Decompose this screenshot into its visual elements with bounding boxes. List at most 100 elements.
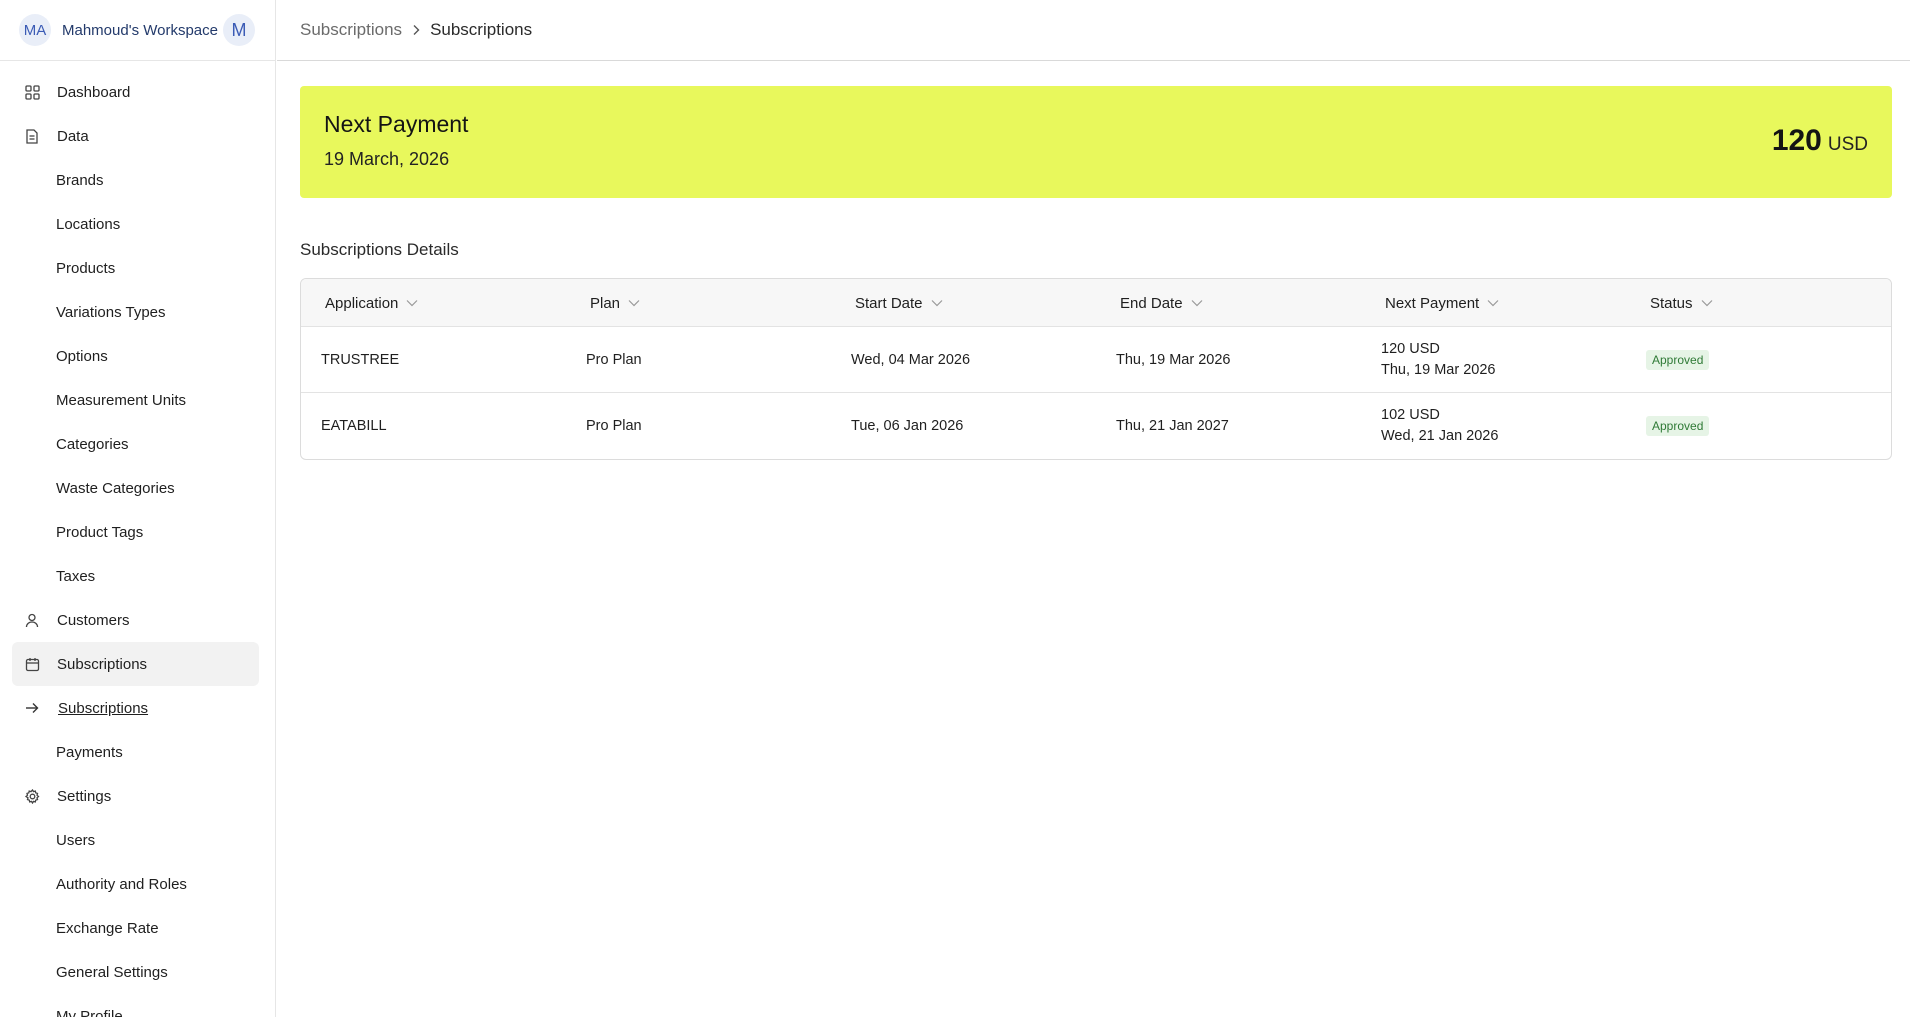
cell-start-date: Wed, 04 Mar 2026	[851, 352, 971, 368]
sidebar-item-measurement-units[interactable]: Measurement Units	[12, 378, 259, 422]
cell-status: Approved	[1646, 327, 1710, 393]
column-header-plan[interactable]: Plan	[590, 279, 640, 327]
sidebar-item-label: Customers	[57, 611, 130, 629]
column-header-start-date[interactable]: Start Date	[855, 279, 943, 327]
sidebar-item-label: Measurement Units	[56, 391, 187, 409]
sidebar-item-my-profile[interactable]: My Profile	[12, 994, 259, 1017]
sidebar-item-label: Exchange Rate	[56, 919, 159, 937]
column-header-end-date[interactable]: End Date	[1120, 279, 1203, 327]
sidebar-item-customers[interactable]: Customers	[12, 598, 259, 642]
sidebar-item-waste-categories[interactable]: Waste Categories	[12, 466, 259, 510]
column-label: End Date	[1120, 294, 1183, 312]
sidebar: MA Mahmoud's Workspace M Dashboard Data …	[0, 0, 276, 1017]
sidebar-item-settings[interactable]: Settings	[12, 774, 259, 818]
amount-value: 120	[1771, 124, 1822, 157]
gear-icon	[24, 788, 40, 804]
workspace-avatar[interactable]: MA	[19, 14, 51, 46]
breadcrumb-current: Subscriptions	[430, 20, 533, 39]
column-label: Start Date	[855, 294, 923, 312]
cell-application: TRUSTREE	[321, 352, 400, 368]
sidebar-item-label: Options	[56, 347, 108, 365]
column-label: Application	[325, 294, 399, 312]
status-badge: Approved	[1646, 350, 1710, 370]
next-payment-amount: 102 USD	[1381, 407, 1440, 423]
sidebar-item-label: Payments	[56, 743, 123, 761]
column-header-application[interactable]: Application	[325, 279, 418, 327]
next-payment-amount: 120 USD	[1772, 124, 1868, 158]
cell-next-payment: 120 USD Thu, 19 Mar 2026	[1381, 327, 1495, 393]
sidebar-item-label: Subscriptions	[57, 655, 148, 673]
next-payment-banner: Next Payment 19 March, 2026 120 USD	[300, 86, 1892, 198]
column-label: Plan	[590, 294, 621, 312]
cell-start-date: Tue, 06 Jan 2026	[851, 418, 964, 434]
sidebar-item-dashboard[interactable]: Dashboard	[12, 70, 259, 114]
cell-application: EATABILL	[321, 418, 387, 434]
arrow-right-icon	[24, 700, 40, 716]
sidebar-item-categories[interactable]: Categories	[12, 422, 259, 466]
next-payment-amount: 120 USD	[1381, 341, 1440, 357]
sidebar-item-label: Users	[56, 831, 96, 849]
sidebar-item-subscriptions[interactable]: Subscriptions	[12, 686, 259, 730]
next-payment-date: Wed, 21 Jan 2026	[1381, 428, 1499, 444]
sidebar-item-data[interactable]: Data	[12, 114, 259, 158]
table-row[interactable]: TRUSTREE Pro Plan Wed, 04 Mar 2026 Thu, …	[301, 327, 1891, 393]
sidebar-item-locations[interactable]: Locations	[12, 202, 259, 246]
column-header-next-payment[interactable]: Next Payment	[1385, 279, 1499, 327]
cell-next-payment: 102 USD Wed, 21 Jan 2026	[1381, 393, 1498, 459]
sidebar-item-products[interactable]: Products	[12, 246, 259, 290]
next-payment-title: Next Payment	[324, 111, 469, 137]
sidebar-item-exchange-rate[interactable]: Exchange Rate	[12, 906, 259, 950]
sidebar-item-payments[interactable]: Payments	[12, 730, 259, 774]
sidebar-item-label: Subscriptions	[58, 699, 149, 717]
sidebar-item-label: Settings	[57, 787, 112, 805]
sidebar-item-label: General Settings	[56, 963, 168, 981]
sidebar-item-taxes[interactable]: Taxes	[12, 554, 259, 598]
sidebar-item-label: Dashboard	[57, 83, 131, 101]
cell-plan: Pro Plan	[586, 418, 642, 434]
amount-currency: USD	[1827, 134, 1868, 155]
next-payment-date: Thu, 19 Mar 2026	[1381, 362, 1496, 378]
user-avatar[interactable]: M	[222, 14, 255, 46]
sidebar-item-variations-types[interactable]: Variations Types	[12, 290, 259, 334]
sidebar-item-brands[interactable]: Brands	[12, 158, 259, 202]
next-payment-date: 19 March, 2026	[324, 149, 450, 169]
sidebar-item-subscriptions-group[interactable]: Subscriptions	[12, 642, 259, 686]
sidebar-item-label: Data	[57, 127, 89, 145]
chevron-down-icon	[1701, 299, 1713, 307]
breadcrumb: Subscriptions Subscriptions	[277, 0, 1910, 61]
section-title: Subscriptions Details	[300, 240, 459, 259]
chevron-down-icon	[628, 299, 640, 307]
sidebar-item-label: Brands	[56, 171, 104, 189]
cell-status: Approved	[1646, 393, 1710, 459]
calendar-icon	[24, 656, 40, 672]
sidebar-item-product-tags[interactable]: Product Tags	[12, 510, 259, 554]
grid-icon	[24, 84, 40, 100]
breadcrumb-parent[interactable]: Subscriptions	[300, 20, 402, 40]
sidebar-item-label: Products	[56, 259, 116, 277]
status-badge: Approved	[1646, 416, 1710, 436]
table-header: Application Plan Start Date End Date Nex…	[301, 279, 1891, 327]
sidebar-item-options[interactable]: Options	[12, 334, 259, 378]
sidebar-item-label: My Profile	[56, 1007, 123, 1017]
workspace-name[interactable]: Mahmoud's Workspace	[62, 22, 218, 39]
document-icon	[24, 128, 40, 144]
sidebar-item-general-settings[interactable]: General Settings	[12, 950, 259, 994]
sidebar-item-label: Categories	[56, 435, 129, 453]
sidebar-item-users[interactable]: Users	[12, 818, 259, 862]
chevron-down-icon	[406, 299, 418, 307]
column-label: Status	[1650, 294, 1693, 312]
chevron-down-icon	[1191, 299, 1203, 307]
cell-end-date: Thu, 19 Mar 2026	[1116, 352, 1231, 368]
user-icon	[24, 612, 40, 628]
sidebar-item-label: Waste Categories	[56, 479, 175, 497]
sidebar-item-label: Taxes	[56, 567, 96, 585]
column-header-status[interactable]: Status	[1650, 279, 1713, 327]
table-row[interactable]: EATABILL Pro Plan Tue, 06 Jan 2026 Thu, …	[301, 393, 1891, 459]
sidebar-item-label: Locations	[56, 215, 121, 233]
sidebar-item-label: Authority and Roles	[56, 875, 187, 893]
cell-end-date: Thu, 21 Jan 2027	[1116, 418, 1229, 434]
workspace-header[interactable]: MA Mahmoud's Workspace M	[0, 0, 275, 61]
sidebar-item-authority-and-roles[interactable]: Authority and Roles	[12, 862, 259, 906]
chevron-down-icon	[1487, 299, 1499, 307]
sidebar-item-label: Product Tags	[56, 523, 144, 541]
